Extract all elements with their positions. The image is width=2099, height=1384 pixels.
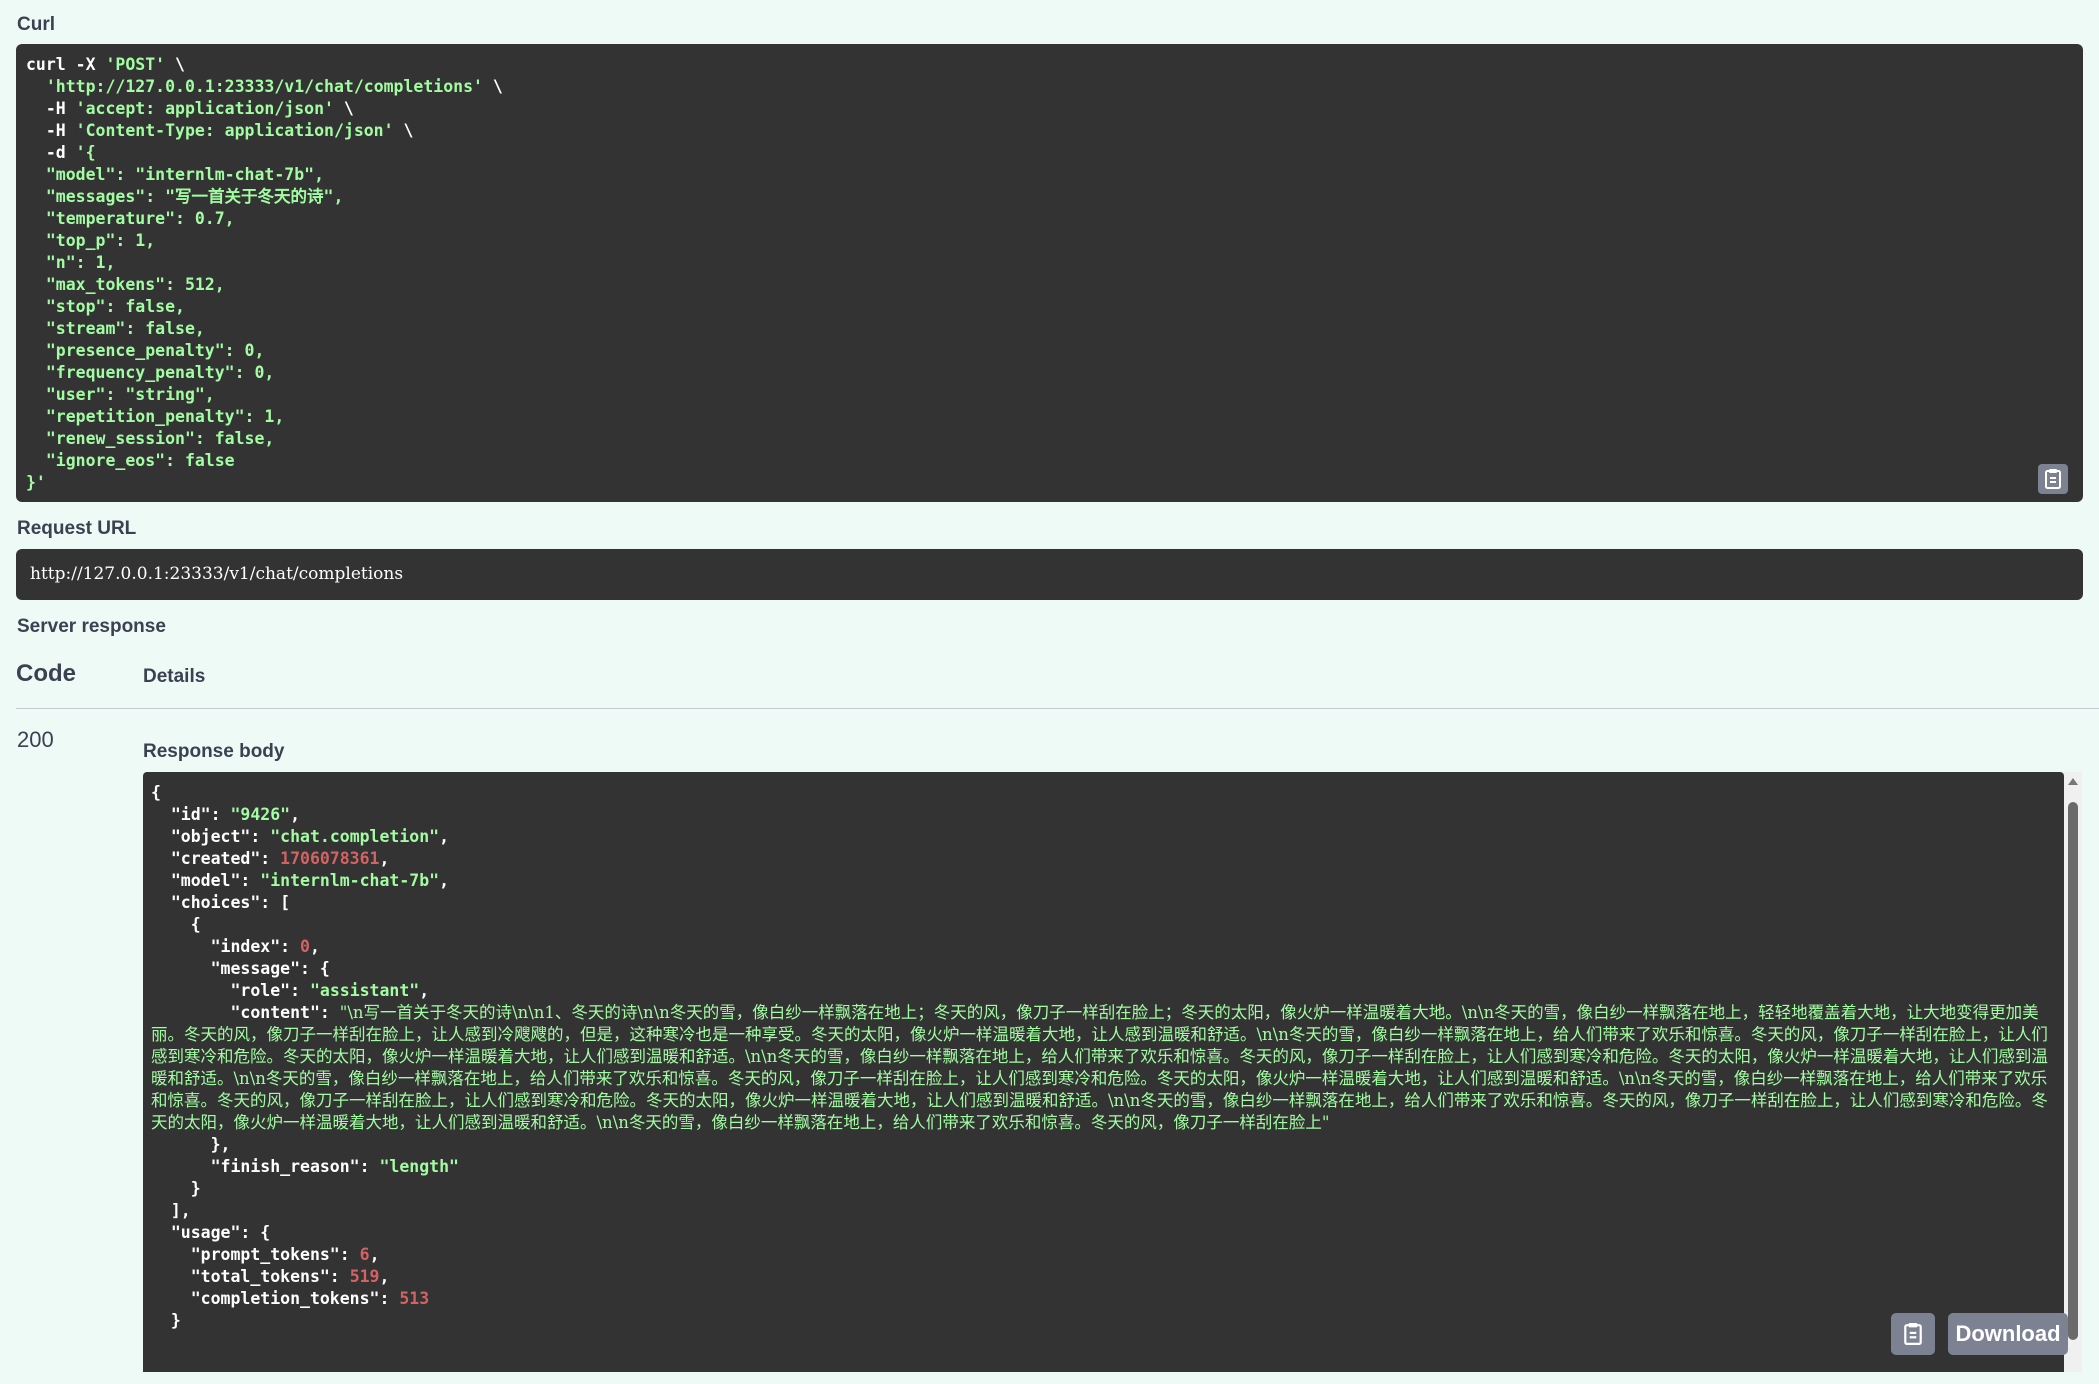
code-line: "usage": { <box>151 1223 271 1242</box>
code-line: } <box>151 1179 201 1198</box>
code-column-header: Code <box>16 660 76 687</box>
request-url-heading: Request URL <box>17 518 137 539</box>
code-line: "max_tokens": 512, <box>26 275 225 294</box>
code-line: -H 'Content-Type: application/json' \ <box>26 121 414 140</box>
response-content-line: "content": "\n写一首关于冬天的诗\n\n1、冬天的诗\n\n冬天的… <box>151 1003 2048 1132</box>
code-line: "completion_tokens": 513 <box>151 1289 430 1308</box>
code-line: "messages": "写一首关于冬天的诗", <box>26 187 344 206</box>
code-line: "stop": false, <box>26 297 185 316</box>
code-line: "renew_session": false, <box>26 429 275 448</box>
code-line: { <box>151 783 161 802</box>
code-line: }' <box>26 473 46 492</box>
code-line: "created": 1706078361, <box>151 849 390 868</box>
response-tail: }, "finish_reason": "length" } ], "usage… <box>151 1134 2056 1332</box>
code-line: "model": "internlm-chat-7b", <box>26 165 325 184</box>
response-content-text: "\n写一首关于冬天的诗\n\n1、冬天的诗\n\n冬天的雪，像白纱一样飘落在地… <box>151 1003 2048 1132</box>
code-line: "ignore_eos": false <box>26 451 235 470</box>
code-line: "model": "internlm-chat-7b", <box>151 871 450 890</box>
code-line: "role": "assistant", <box>151 981 430 1000</box>
code-line: -H 'accept: application/json' \ <box>26 99 354 118</box>
clipboard-icon <box>1902 1321 1924 1347</box>
code-line: "repetition_penalty": 1, <box>26 407 285 426</box>
code-line: "stream": false, <box>26 319 205 338</box>
details-column-header: Details <box>143 666 206 687</box>
copy-curl-button[interactable] <box>2038 464 2068 494</box>
code-line: 'http://127.0.0.1:23333/v1/chat/completi… <box>45 77 503 96</box>
scroll-up-arrow-icon[interactable] <box>2068 778 2078 785</box>
response-body-block[interactable]: { "id": "9426", "object": "chat.completi… <box>143 772 2064 1372</box>
server-response-heading: Server response <box>17 616 166 637</box>
request-url-value[interactable]: http://127.0.0.1:23333/v1/chat/completio… <box>16 549 2083 600</box>
status-code: 200 <box>17 727 54 752</box>
code-line: "prompt_tokens": 6, <box>151 1245 380 1264</box>
code-line: "total_tokens": 519, <box>151 1267 390 1286</box>
response-head: { "id": "9426", "object": "chat.completi… <box>151 782 2056 1002</box>
download-button[interactable]: Download <box>1948 1313 2068 1355</box>
scrollbar-thumb[interactable] <box>2068 802 2078 1340</box>
response-body-heading: Response body <box>143 741 285 762</box>
response-scrollbar[interactable] <box>2064 772 2082 1372</box>
code-line: "index": 0, <box>151 937 320 956</box>
curl-heading: Curl <box>17 14 55 35</box>
code-line: "n": 1, <box>26 253 116 272</box>
code-line: "temperature": 0.7, <box>26 209 235 228</box>
code-line: } <box>151 1311 181 1330</box>
code-line: { <box>151 915 201 934</box>
code-line: "top_p": 1, <box>26 231 156 250</box>
code-line: "frequency_penalty": 0, <box>26 363 275 382</box>
curl-command-block[interactable]: curl -X 'POST' \ 'http://127.0.0.1:23333… <box>16 44 2083 502</box>
code-line: ], <box>151 1201 191 1220</box>
code-line: "object": "chat.completion", <box>151 827 450 846</box>
code-line: curl -X 'POST' \ <box>26 55 185 74</box>
code-line: "choices": [ <box>151 893 291 912</box>
code-line: "presence_penalty": 0, <box>26 341 265 360</box>
clipboard-icon <box>2043 468 2063 490</box>
code-line: "finish_reason": "length" <box>151 1157 459 1176</box>
header-divider <box>16 708 2099 709</box>
code-line: -d '{ <box>26 143 96 162</box>
code-line: }, <box>151 1135 231 1154</box>
copy-response-button[interactable] <box>1891 1313 1935 1355</box>
code-line: "user": "string", <box>26 385 215 404</box>
code-line: "id": "9426", <box>151 805 301 824</box>
code-line: "message": { <box>151 959 330 978</box>
